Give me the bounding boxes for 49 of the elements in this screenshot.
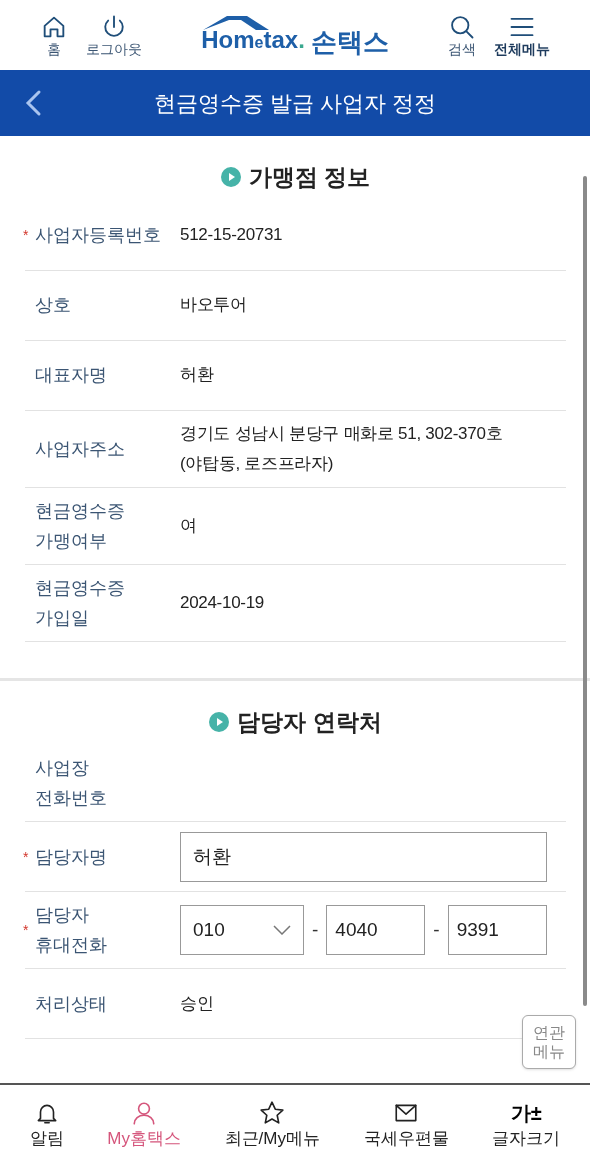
- field-value: 허환: [180, 365, 214, 384]
- chevron-down-icon: [273, 925, 291, 935]
- phone-input[interactable]: 4040: [326, 905, 426, 955]
- name-input[interactable]: 허환: [180, 831, 547, 882]
- field-label: 상호: [35, 294, 71, 317]
- area-code-select[interactable]: 010: [180, 905, 304, 955]
- nav-item[interactable]: 가± 글자크기: [492, 1099, 561, 1150]
- nav-item[interactable]: My홈택스: [107, 1099, 182, 1150]
- dash-separator: -: [312, 917, 319, 942]
- section-title: 가맹점 정보: [248, 163, 371, 192]
- app-name: 손택스: [310, 26, 389, 57]
- field-label: 담당자 휴대전화: [35, 904, 107, 957]
- nav-item[interactable]: 국세우편물: [363, 1099, 449, 1150]
- section-title: 담당자 연락처: [237, 707, 382, 737]
- required-mark: *: [23, 847, 29, 866]
- nav-item[interactable]: 알림: [29, 1099, 64, 1150]
- home-button[interactable]: 홈: [40, 13, 68, 57]
- star-icon: [259, 1099, 286, 1126]
- field-label: 사업장 전화번호: [35, 757, 107, 810]
- page-title: 현금영수증 발급 사업자 정정: [153, 89, 437, 118]
- search-icon: [448, 13, 476, 41]
- font-size-icon: 가±: [510, 1099, 542, 1126]
- logo: Hometax.: [201, 13, 305, 57]
- play-bullet-icon: [209, 711, 230, 732]
- play-bullet-icon: [220, 167, 241, 188]
- menu-button[interactable]: 전체메뉴: [494, 13, 550, 57]
- field-label: 사업자주소: [35, 437, 125, 461]
- required-mark: *: [23, 225, 29, 245]
- phone-input[interactable]: 9391: [447, 905, 547, 955]
- field-value: 바오투어: [180, 295, 247, 314]
- field-value: 경기도 성남시 분당구 매화로 51, 302-370호 (야탑동, 로즈프라자): [180, 423, 503, 473]
- field-value: 여: [180, 515, 197, 535]
- logout-button[interactable]: 로그아웃: [86, 13, 142, 57]
- field-label: 사업자등록번호: [35, 224, 161, 247]
- dash-separator: -: [433, 917, 440, 942]
- search-button[interactable]: 검색: [448, 13, 476, 57]
- back-button[interactable]: [24, 89, 42, 117]
- field-label: 대표자명: [35, 364, 107, 387]
- field-label: 현금영수증 가맹여부: [35, 499, 125, 553]
- field-label: 현금영수증 가입일: [35, 576, 125, 630]
- required-mark: *: [23, 920, 29, 940]
- field-value: 승인: [180, 993, 214, 1013]
- field-value: 2024-10-19: [180, 592, 264, 612]
- field-value: 512-15-20731: [180, 225, 283, 244]
- back-icon: [24, 89, 42, 117]
- nav-item[interactable]: 최근/My메뉴: [224, 1099, 320, 1150]
- related-menu-button[interactable]: 연관 메뉴: [522, 1015, 576, 1069]
- field-label: 처리상태: [35, 992, 107, 1016]
- field-label: 담당자명: [35, 845, 107, 869]
